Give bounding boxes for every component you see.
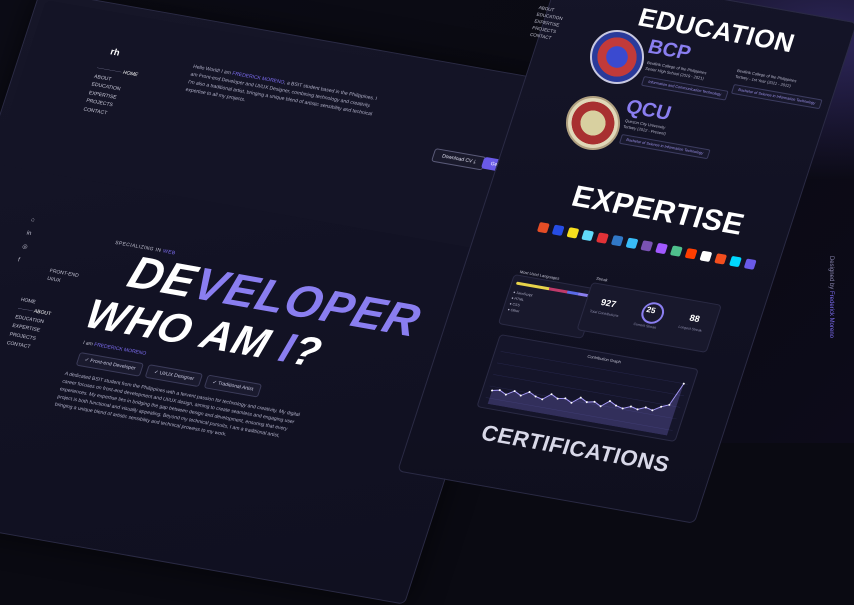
linkedin-icon[interactable]: in [24,227,34,241]
bcp-seal-logo [590,30,644,84]
tech-icon [610,235,624,247]
tech-icon [640,240,654,252]
tech-icon [655,242,669,255]
instagram-icon[interactable]: ◎ [20,240,30,254]
total-label: Total Contributions [589,309,620,319]
tech-icon [566,227,580,239]
longest-streak: 88 [688,312,702,325]
designer-credit: Designed by Frederick Moreno [828,256,834,338]
tech-icon [625,237,639,249]
role-labels: FRONT-END UI/UX [46,267,80,287]
credit-prefix: Designed by [828,255,834,291]
qcu-seal-logo [566,96,620,150]
tech-icon [595,232,609,244]
tech-icon [699,250,713,262]
tech-icon [684,248,698,260]
tech-icon [728,255,742,268]
social-links: ⌂ in ◎ f [16,213,39,268]
facebook-icon[interactable]: f [16,254,26,268]
longest-label: Longest Streak [677,324,703,333]
github-icon[interactable]: ⌂ [29,213,39,227]
tech-icon [581,229,595,242]
tech-icon [551,224,565,236]
total-contributions: 927 [599,297,618,310]
credit-name[interactable]: Frederick Moreno [828,291,834,338]
graph-gridline [496,362,685,397]
languages-list: ● JavaScript ● HTML ● CSS ● Other [507,289,534,315]
tech-icon [536,222,550,234]
tech-icon [669,245,683,257]
tech-icon [714,253,728,265]
